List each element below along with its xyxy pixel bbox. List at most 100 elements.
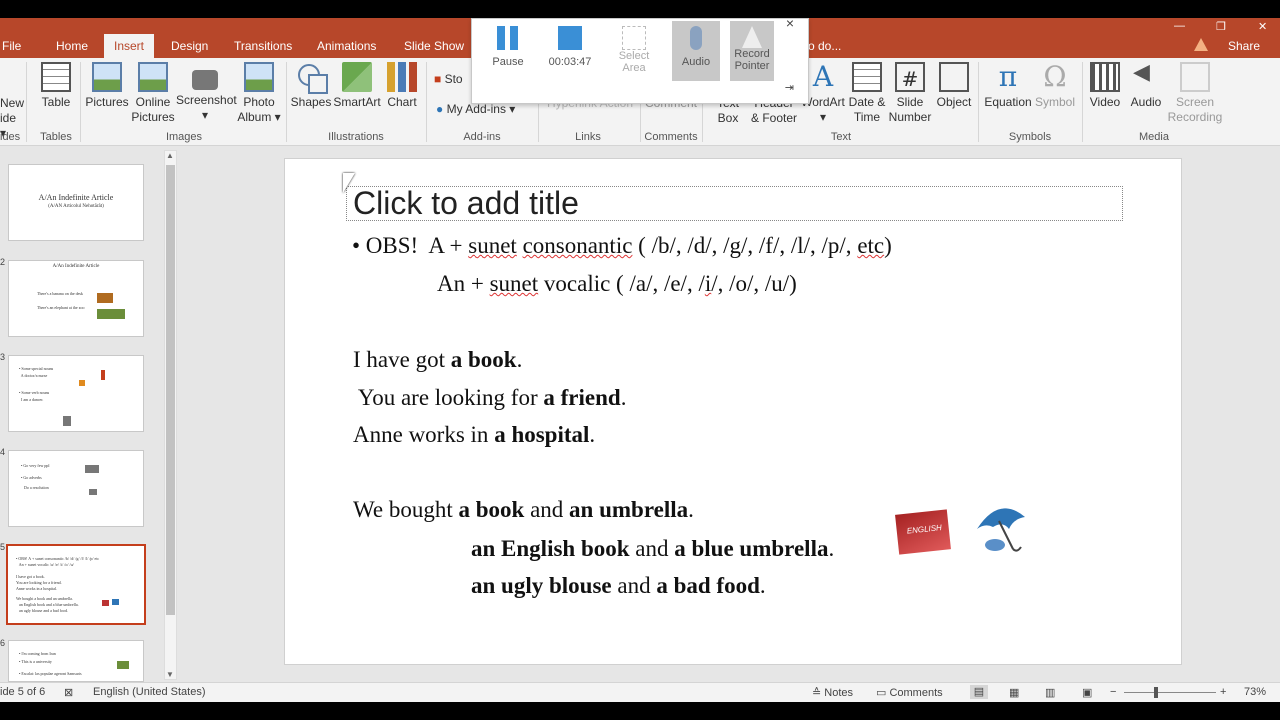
pin-icon[interactable]: ⇥ — [785, 81, 794, 94]
object-button[interactable]: Object — [934, 62, 974, 110]
microphone-icon — [690, 26, 702, 50]
example-sentence[interactable]: You are looking for a friend. — [353, 385, 627, 411]
record-pointer-label: Record — [734, 48, 770, 60]
audio-button[interactable]: Audio — [1126, 62, 1166, 110]
rule-line-vowel[interactable]: An + sunet vocalic ( /a/, /e/, /i/, /o/,… — [437, 271, 797, 297]
thumbnail-scrollbar[interactable]: ▲ ▼ — [164, 150, 177, 680]
notes-button[interactable]: ≙ Notes — [812, 686, 853, 699]
slide-thumbnail-4[interactable]: • Go very few ppl • Go adverbs Do a reso… — [8, 450, 144, 527]
example-sentence[interactable]: I have got a book. — [353, 347, 522, 373]
store-button[interactable]: ■ Sto — [434, 72, 474, 87]
thumb-image — [97, 293, 113, 303]
scrollbar-thumb[interactable] — [166, 165, 175, 615]
pictures-button[interactable]: Pictures — [84, 62, 130, 110]
tab-design[interactable]: Design — [171, 39, 208, 53]
slideshow-view-icon[interactable]: ▣ — [1082, 686, 1092, 699]
pause-recording-button[interactable]: Pause — [484, 21, 532, 79]
warning-icon[interactable] — [1194, 38, 1208, 51]
online-pictures-button[interactable]: Online Pictures — [130, 62, 176, 125]
zoom-slider[interactable] — [1124, 692, 1216, 693]
group-label-links: Links — [575, 131, 601, 143]
scroll-down-icon[interactable]: ▼ — [166, 670, 174, 679]
zoom-in-button[interactable]: + — [1220, 686, 1226, 698]
thumb-line: • Go very few ppl — [21, 463, 50, 468]
close-recorder-icon[interactable]: × — [786, 15, 794, 31]
umbrella-image[interactable] — [973, 499, 1029, 555]
zoom-slider-handle[interactable] — [1154, 687, 1158, 698]
record-pointer-label-2: Pointer — [734, 60, 770, 72]
pictures-icon — [92, 62, 122, 92]
table-button[interactable]: Table — [36, 62, 76, 110]
audio-toggle-button[interactable]: Audio — [672, 21, 720, 81]
scroll-up-icon[interactable]: ▲ — [166, 151, 174, 160]
slide-thumbnail-2[interactable]: A/An Indefinite Article There's a banana… — [8, 260, 144, 337]
close-window-button[interactable]: ✕ — [1258, 20, 1267, 33]
tab-file[interactable]: File — [2, 39, 21, 53]
tab-animations[interactable]: Animations — [317, 39, 376, 53]
book-image-text: ENGLISH — [906, 523, 943, 536]
slide-thumbnail-6[interactable]: • I'm coming from Iran • This is a unive… — [8, 640, 144, 682]
pi-icon: π — [998, 60, 1018, 93]
symbol-button[interactable]: Ω Symbol — [1034, 62, 1076, 110]
zoom-level[interactable]: 73% — [1244, 686, 1266, 698]
rule-line-consonant[interactable]: • OBS! A + sunet consonantic ( /b/, /d/,… — [352, 233, 892, 259]
stop-recording-button[interactable]: 00:03:47 — [544, 21, 596, 79]
normal-view-icon[interactable]: ▤ — [970, 685, 988, 699]
example-sentence[interactable]: an ugly blouse and a bad food. — [471, 573, 766, 599]
divider — [426, 62, 427, 142]
smartart-icon — [342, 62, 372, 92]
language-indicator[interactable]: English (United States) — [93, 686, 206, 698]
slide-thumbnail-5[interactable]: • OBS! A + sunet consonantic /b/ /d/ /g/… — [6, 544, 146, 625]
thumb-line: There's a banana on the desk — [37, 291, 83, 296]
example-sentence[interactable]: an English book and a blue umbrella. — [471, 536, 834, 562]
slide-sorter-icon[interactable]: ▦ — [1009, 686, 1019, 699]
example-sentence[interactable]: We bought a book and an umbrella. — [353, 497, 694, 523]
spellcheck-icon[interactable]: ⊠ — [64, 686, 73, 699]
chart-button[interactable]: Chart — [384, 62, 420, 110]
english-book-image[interactable]: ENGLISH — [895, 509, 951, 555]
tell-me-box[interactable]: o do... — [808, 39, 841, 53]
store-label: Sto — [444, 72, 463, 86]
select-area-button[interactable]: Select Area — [610, 21, 658, 79]
calendar-icon — [852, 62, 882, 92]
photo-album-label-2: Album ▾ — [237, 110, 281, 124]
tab-insert[interactable]: Insert — [104, 34, 155, 58]
comments-button[interactable]: ▭ Comments — [876, 686, 943, 699]
powerpoint-window: — ❐ ✕ File Home Insert Design Transition… — [0, 0, 1280, 720]
group-label-images: Images — [165, 131, 203, 143]
zoom-out-button[interactable]: − — [1110, 686, 1116, 698]
tab-home[interactable]: Home — [56, 39, 88, 53]
minimize-button[interactable]: — — [1174, 20, 1185, 32]
smartart-button[interactable]: SmartArt — [332, 62, 382, 110]
tab-transitions[interactable]: Transitions — [234, 39, 292, 53]
share-button[interactable]: Share — [1228, 39, 1260, 53]
screen-recording-button[interactable]: Screen Recording — [1166, 62, 1224, 125]
slide-number: 4 — [0, 447, 6, 457]
slide-editor: Click to add title • OBS! A + sunet cons… — [184, 146, 1280, 682]
example-sentence[interactable]: Anne works in a hospital. — [353, 422, 595, 448]
text-run: ( /b/, /d/, /g/, /f/, /l/, /p/, — [632, 233, 858, 258]
screenshot-button[interactable]: Screenshot ▾ — [176, 62, 237, 123]
equation-button[interactable]: π Equation — [982, 62, 1034, 110]
photo-album-button[interactable]: Photo Album ▾ — [236, 62, 282, 125]
thumb-image — [85, 465, 99, 473]
restore-button[interactable]: ❐ — [1216, 20, 1226, 33]
slide-number: 3 — [0, 352, 6, 362]
reading-view-icon[interactable]: ▥ — [1045, 686, 1055, 699]
text-run: vocalic ( /a/, /e/, / — [538, 271, 705, 296]
my-addins-button[interactable]: ● My Add-ins ▾ — [436, 102, 532, 117]
online-pictures-label: Online — [135, 95, 171, 109]
slide-thumbnail-3[interactable]: • Some special nouns A doctor/a nurse • … — [8, 355, 144, 432]
date-time-button[interactable]: Date & Time — [846, 62, 888, 125]
slide-thumbnail-1[interactable]: A/An Indefinite Article (A/AN Articolul … — [8, 164, 144, 241]
text-run: an umbrella — [569, 497, 689, 522]
tab-slide-show[interactable]: Slide Show — [404, 39, 464, 53]
pause-label: Pause — [492, 56, 524, 68]
video-button[interactable]: Video — [1086, 62, 1124, 110]
my-addins-label: My Add-ins ▾ — [446, 102, 516, 116]
record-pointer-button[interactable]: Record Pointer — [730, 21, 774, 81]
shapes-button[interactable]: Shapes — [290, 62, 332, 110]
pointer-icon — [742, 26, 762, 48]
title-placeholder[interactable]: Click to add title — [346, 186, 1123, 221]
slide-number-button[interactable]: # Slide Number — [888, 62, 932, 125]
